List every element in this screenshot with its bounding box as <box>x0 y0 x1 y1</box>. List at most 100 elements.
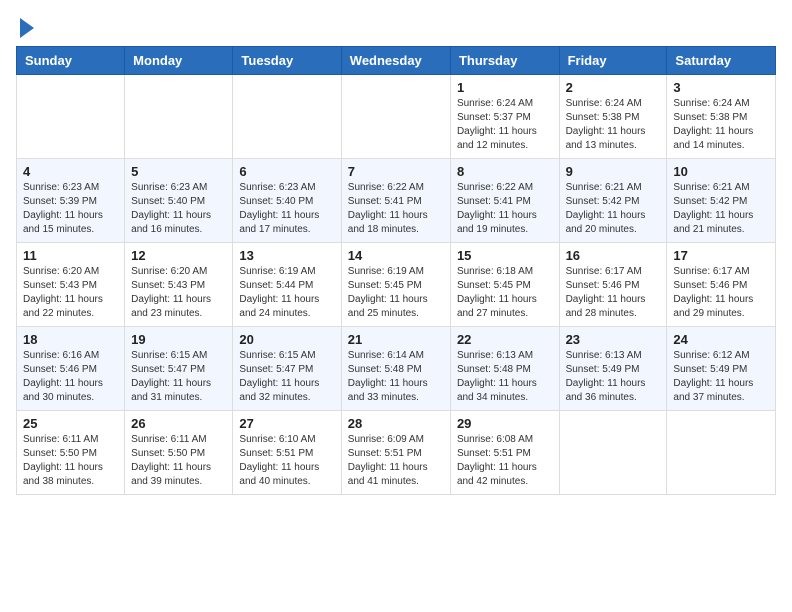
calendar-cell: 5 Sunrise: 6:23 AM Sunset: 5:40 PM Daylig… <box>125 159 233 243</box>
day-info: Sunrise: 6:08 AM Sunset: 5:51 PM Dayligh… <box>457 433 553 489</box>
day-info: Sunrise: 6:23 AM Sunset: 5:40 PM Dayligh… <box>131 181 226 237</box>
calendar-cell: 29 Sunrise: 6:08 AM Sunset: 5:51 PM Dayli… <box>450 411 559 495</box>
day-info: Sunrise: 6:17 AM Sunset: 5:46 PM Dayligh… <box>673 265 769 321</box>
day-number: 28 <box>348 416 444 431</box>
day-number: 27 <box>239 416 334 431</box>
calendar-table: SundayMondayTuesdayWednesdayThursdayFrid… <box>16 46 776 495</box>
day-number: 23 <box>566 332 661 347</box>
day-number: 12 <box>131 248 226 263</box>
day-info: Sunrise: 6:13 AM Sunset: 5:48 PM Dayligh… <box>457 349 553 405</box>
calendar-cell <box>559 411 667 495</box>
day-number: 10 <box>673 164 769 179</box>
logo <box>16 16 34 38</box>
day-number: 5 <box>131 164 226 179</box>
day-number: 9 <box>566 164 661 179</box>
day-info: Sunrise: 6:24 AM Sunset: 5:38 PM Dayligh… <box>673 97 769 153</box>
day-number: 7 <box>348 164 444 179</box>
calendar-cell: 15 Sunrise: 6:18 AM Sunset: 5:45 PM Dayli… <box>450 243 559 327</box>
page-header <box>16 16 776 38</box>
calendar-week-row: 11 Sunrise: 6:20 AM Sunset: 5:43 PM Dayli… <box>17 243 776 327</box>
calendar-header-sunday: Sunday <box>17 47 125 75</box>
day-info: Sunrise: 6:14 AM Sunset: 5:48 PM Dayligh… <box>348 349 444 405</box>
calendar-cell: 18 Sunrise: 6:16 AM Sunset: 5:46 PM Dayli… <box>17 327 125 411</box>
day-info: Sunrise: 6:11 AM Sunset: 5:50 PM Dayligh… <box>23 433 118 489</box>
day-number: 13 <box>239 248 334 263</box>
calendar-cell: 20Sunrise: 6:15 AM Sunset: 5:47 PM Dayli… <box>233 327 341 411</box>
day-info: Sunrise: 6:17 AM Sunset: 5:46 PM Dayligh… <box>566 265 661 321</box>
calendar-cell: 2Sunrise: 6:24 AM Sunset: 5:38 PM Daylig… <box>559 75 667 159</box>
day-number: 14 <box>348 248 444 263</box>
calendar-cell: 26 Sunrise: 6:11 AM Sunset: 5:50 PM Dayli… <box>125 411 233 495</box>
calendar-cell: 16 Sunrise: 6:17 AM Sunset: 5:46 PM Dayli… <box>559 243 667 327</box>
calendar-cell: 4 Sunrise: 6:23 AM Sunset: 5:39 PM Daylig… <box>17 159 125 243</box>
day-number: 15 <box>457 248 553 263</box>
calendar-cell: 28 Sunrise: 6:09 AM Sunset: 5:51 PM Dayli… <box>341 411 450 495</box>
calendar-week-row: 4 Sunrise: 6:23 AM Sunset: 5:39 PM Daylig… <box>17 159 776 243</box>
calendar-cell: 17 Sunrise: 6:17 AM Sunset: 5:46 PM Dayli… <box>667 243 776 327</box>
calendar-cell: 6 Sunrise: 6:23 AM Sunset: 5:40 PM Daylig… <box>233 159 341 243</box>
calendar-cell: 13 Sunrise: 6:19 AM Sunset: 5:44 PM Dayli… <box>233 243 341 327</box>
calendar-week-row: 18 Sunrise: 6:16 AM Sunset: 5:46 PM Dayli… <box>17 327 776 411</box>
calendar-cell: 27 Sunrise: 6:10 AM Sunset: 5:51 PM Dayli… <box>233 411 341 495</box>
day-number: 21 <box>348 332 444 347</box>
day-info: Sunrise: 6:15 AM Sunset: 5:47 PM Dayligh… <box>239 349 334 405</box>
day-number: 18 <box>23 332 118 347</box>
calendar-cell: 1 Sunrise: 6:24 AM Sunset: 5:37 PM Daylig… <box>450 75 559 159</box>
calendar-cell: 25 Sunrise: 6:11 AM Sunset: 5:50 PM Dayli… <box>17 411 125 495</box>
calendar-cell <box>341 75 450 159</box>
calendar-cell: 12Sunrise: 6:20 AM Sunset: 5:43 PM Dayli… <box>125 243 233 327</box>
day-info: Sunrise: 6:21 AM Sunset: 5:42 PM Dayligh… <box>673 181 769 237</box>
day-number: 6 <box>239 164 334 179</box>
day-info: Sunrise: 6:19 AM Sunset: 5:45 PM Dayligh… <box>348 265 444 321</box>
calendar-cell: 22 Sunrise: 6:13 AM Sunset: 5:48 PM Dayli… <box>450 327 559 411</box>
day-number: 25 <box>23 416 118 431</box>
day-info: Sunrise: 6:12 AM Sunset: 5:49 PM Dayligh… <box>673 349 769 405</box>
day-info: Sunrise: 6:09 AM Sunset: 5:51 PM Dayligh… <box>348 433 444 489</box>
calendar-cell <box>17 75 125 159</box>
day-info: Sunrise: 6:19 AM Sunset: 5:44 PM Dayligh… <box>239 265 334 321</box>
day-info: Sunrise: 6:11 AM Sunset: 5:50 PM Dayligh… <box>131 433 226 489</box>
calendar-cell: 23 Sunrise: 6:13 AM Sunset: 5:49 PM Dayli… <box>559 327 667 411</box>
calendar-cell: 10 Sunrise: 6:21 AM Sunset: 5:42 PM Dayli… <box>667 159 776 243</box>
day-number: 22 <box>457 332 553 347</box>
day-number: 26 <box>131 416 226 431</box>
calendar-cell: 21 Sunrise: 6:14 AM Sunset: 5:48 PM Dayli… <box>341 327 450 411</box>
calendar-header-friday: Friday <box>559 47 667 75</box>
calendar-week-row: 25 Sunrise: 6:11 AM Sunset: 5:50 PM Dayli… <box>17 411 776 495</box>
day-number: 1 <box>457 80 553 95</box>
day-number: 29 <box>457 416 553 431</box>
calendar-cell <box>233 75 341 159</box>
calendar-cell: 8Sunrise: 6:22 AM Sunset: 5:41 PM Daylig… <box>450 159 559 243</box>
calendar-cell <box>667 411 776 495</box>
calendar-week-row: 1 Sunrise: 6:24 AM Sunset: 5:37 PM Daylig… <box>17 75 776 159</box>
day-info: Sunrise: 6:23 AM Sunset: 5:40 PM Dayligh… <box>239 181 334 237</box>
day-number: 4 <box>23 164 118 179</box>
day-info: Sunrise: 6:10 AM Sunset: 5:51 PM Dayligh… <box>239 433 334 489</box>
calendar-cell: 11 Sunrise: 6:20 AM Sunset: 5:43 PM Dayli… <box>17 243 125 327</box>
day-info: Sunrise: 6:18 AM Sunset: 5:45 PM Dayligh… <box>457 265 553 321</box>
calendar-cell: 9 Sunrise: 6:21 AM Sunset: 5:42 PM Daylig… <box>559 159 667 243</box>
day-info: Sunrise: 6:21 AM Sunset: 5:42 PM Dayligh… <box>566 181 661 237</box>
calendar-cell: 3 Sunrise: 6:24 AM Sunset: 5:38 PM Daylig… <box>667 75 776 159</box>
day-number: 3 <box>673 80 769 95</box>
calendar-cell: 24 Sunrise: 6:12 AM Sunset: 5:49 PM Dayli… <box>667 327 776 411</box>
day-number: 17 <box>673 248 769 263</box>
day-info: Sunrise: 6:22 AM Sunset: 5:41 PM Dayligh… <box>457 181 553 237</box>
calendar-cell <box>125 75 233 159</box>
calendar-header-saturday: Saturday <box>667 47 776 75</box>
day-info: Sunrise: 6:23 AM Sunset: 5:39 PM Dayligh… <box>23 181 118 237</box>
day-number: 16 <box>566 248 661 263</box>
day-number: 24 <box>673 332 769 347</box>
day-info: Sunrise: 6:20 AM Sunset: 5:43 PM Dayligh… <box>23 265 118 321</box>
calendar-header-monday: Monday <box>125 47 233 75</box>
day-number: 2 <box>566 80 661 95</box>
day-info: Sunrise: 6:13 AM Sunset: 5:49 PM Dayligh… <box>566 349 661 405</box>
day-info: Sunrise: 6:16 AM Sunset: 5:46 PM Dayligh… <box>23 349 118 405</box>
calendar-cell: 19 Sunrise: 6:15 AM Sunset: 5:47 PM Dayli… <box>125 327 233 411</box>
day-info: Sunrise: 6:15 AM Sunset: 5:47 PM Dayligh… <box>131 349 226 405</box>
day-number: 19 <box>131 332 226 347</box>
calendar-cell: 14 Sunrise: 6:19 AM Sunset: 5:45 PM Dayli… <box>341 243 450 327</box>
day-info: Sunrise: 6:22 AM Sunset: 5:41 PM Dayligh… <box>348 181 444 237</box>
day-info: Sunrise: 6:24 AM Sunset: 5:37 PM Dayligh… <box>457 97 553 153</box>
day-number: 11 <box>23 248 118 263</box>
